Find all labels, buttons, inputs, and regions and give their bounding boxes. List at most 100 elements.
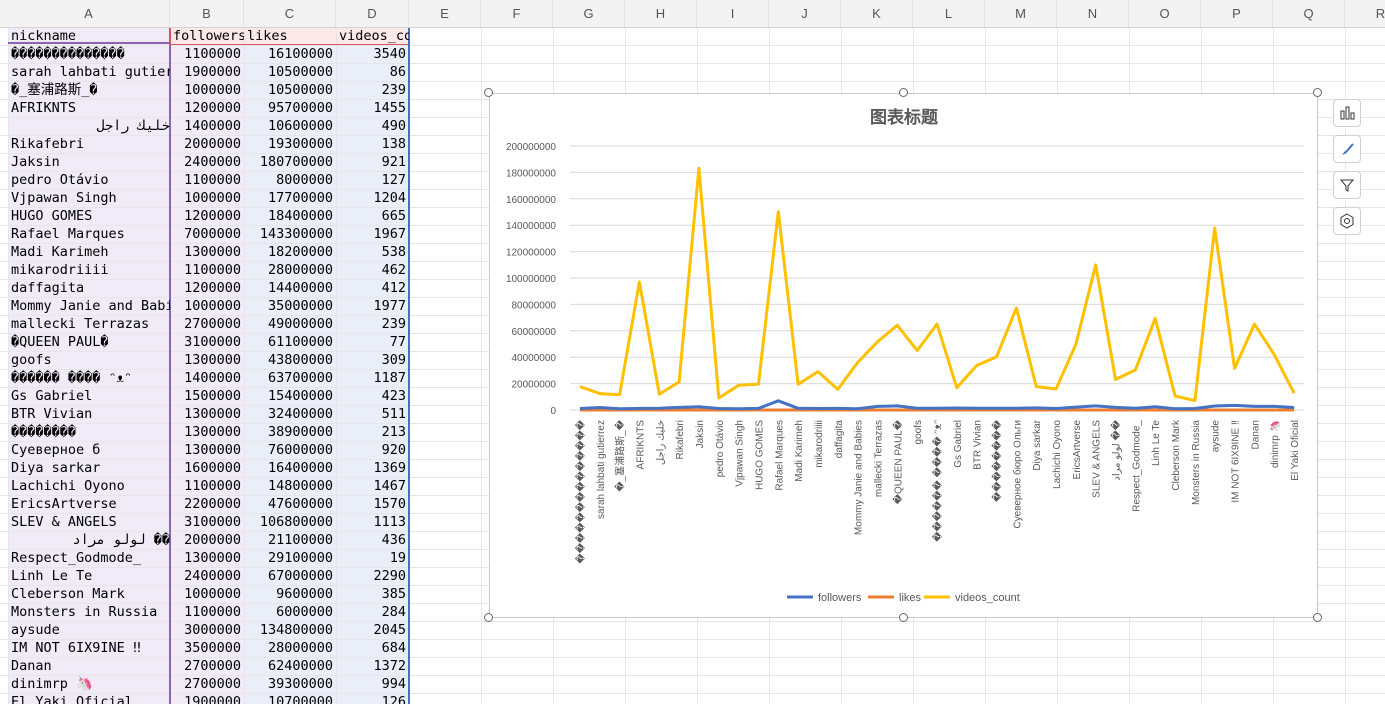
likes-cell[interactable]: 10500000 [244, 81, 336, 99]
videos-count-cell[interactable]: 511 [336, 405, 409, 423]
videos-count-cell[interactable]: 921 [336, 153, 409, 171]
followers-cell[interactable]: 1300000 [170, 423, 244, 441]
followers-cell[interactable]: 1300000 [170, 405, 244, 423]
likes-cell[interactable]: 28000000 [244, 639, 336, 657]
series-line-followers[interactable] [579, 399, 1295, 411]
likes-cell[interactable]: 95700000 [244, 99, 336, 117]
followers-cell[interactable]: 1100000 [170, 261, 244, 279]
followers-cell[interactable]: 2400000 [170, 153, 244, 171]
nickname-cell[interactable]: Rikafebri [8, 135, 170, 153]
followers-cell[interactable]: 3100000 [170, 513, 244, 531]
nickname-cell[interactable]: nickname [8, 27, 170, 45]
nickname-cell[interactable]: EricsArtverse [8, 495, 170, 513]
nickname-cell[interactable]: Gs Gabriel [8, 387, 170, 405]
nickname-cell[interactable]: لولو مراد �� [8, 531, 170, 549]
followers-cell[interactable]: 1300000 [170, 549, 244, 567]
chart-settings-button[interactable] [1333, 207, 1361, 235]
videos-count-cell[interactable]: 2290 [336, 567, 409, 585]
followers-cell[interactable]: 2700000 [170, 657, 244, 675]
nickname-cell[interactable]: dinimrp 🦄 [8, 675, 170, 693]
videos-count-cell[interactable]: 436 [336, 531, 409, 549]
chart-styles-button[interactable] [1333, 135, 1361, 163]
videos-count-cell[interactable]: 1977 [336, 297, 409, 315]
likes-cell[interactable]: 14400000 [244, 279, 336, 297]
nickname-cell[interactable]: AFRIKNTS [8, 99, 170, 117]
likes-cell[interactable]: 39300000 [244, 675, 336, 693]
followers-cell[interactable]: 3500000 [170, 639, 244, 657]
videos-count-cell[interactable]: 462 [336, 261, 409, 279]
chart-resize-handle-b[interactable] [899, 613, 908, 622]
followers-cell[interactable]: 1100000 [170, 45, 244, 63]
followers-cell[interactable]: 1300000 [170, 441, 244, 459]
followers-cell[interactable]: 7000000 [170, 225, 244, 243]
likes-cell[interactable]: 32400000 [244, 405, 336, 423]
nickname-cell[interactable]: Monsters in Russia [8, 603, 170, 621]
column-header-k[interactable]: K [841, 0, 913, 27]
nickname-cell[interactable]: pedro Otávio [8, 171, 170, 189]
likes-cell[interactable]: 28000000 [244, 261, 336, 279]
followers-cell[interactable]: followers [170, 27, 244, 45]
followers-cell[interactable]: 1100000 [170, 603, 244, 621]
likes-cell[interactable]: 16400000 [244, 459, 336, 477]
nickname-cell[interactable]: �������������� [8, 45, 170, 63]
column-header-q[interactable]: Q [1273, 0, 1345, 27]
column-header-g[interactable]: G [553, 0, 625, 27]
videos-count-cell[interactable]: 1187 [336, 369, 409, 387]
videos-count-cell[interactable]: 665 [336, 207, 409, 225]
videos-count-cell[interactable]: 239 [336, 315, 409, 333]
likes-cell[interactable]: 143300000 [244, 225, 336, 243]
videos-count-cell[interactable]: 1372 [336, 657, 409, 675]
videos-count-cell[interactable]: 127 [336, 171, 409, 189]
likes-cell[interactable]: 49000000 [244, 315, 336, 333]
followers-cell[interactable]: 1400000 [170, 369, 244, 387]
videos-count-cell[interactable]: 3540 [336, 45, 409, 63]
followers-cell[interactable]: 2700000 [170, 675, 244, 693]
followers-cell[interactable]: 1900000 [170, 693, 244, 704]
likes-cell[interactable]: 63700000 [244, 369, 336, 387]
nickname-cell[interactable]: Diya sarkar [8, 459, 170, 477]
videos-count-cell[interactable]: 239 [336, 81, 409, 99]
likes-cell[interactable]: 43800000 [244, 351, 336, 369]
column-header-h[interactable]: H [625, 0, 697, 27]
likes-cell[interactable]: 15400000 [244, 387, 336, 405]
likes-cell[interactable]: 106800000 [244, 513, 336, 531]
likes-cell[interactable]: 29100000 [244, 549, 336, 567]
column-header-l[interactable]: L [913, 0, 985, 27]
videos-count-cell[interactable]: 684 [336, 639, 409, 657]
nickname-cell[interactable]: mallecki Terrazas [8, 315, 170, 333]
likes-cell[interactable]: 67000000 [244, 567, 336, 585]
followers-cell[interactable]: 1500000 [170, 387, 244, 405]
likes-cell[interactable]: 35000000 [244, 297, 336, 315]
followers-cell[interactable]: 1000000 [170, 81, 244, 99]
followers-cell[interactable]: 1300000 [170, 243, 244, 261]
column-header-m[interactable]: M [985, 0, 1057, 27]
likes-cell[interactable]: 10700000 [244, 693, 336, 704]
followers-cell[interactable]: 1200000 [170, 207, 244, 225]
followers-cell[interactable]: 1000000 [170, 189, 244, 207]
nickname-cell[interactable]: IM NOT 6IX9INE ‼ [8, 639, 170, 657]
nickname-cell[interactable]: El Yaki Oficial [8, 693, 170, 704]
nickname-cell[interactable]: ������ ���� ᵔᴥᵔ [8, 369, 170, 387]
nickname-cell[interactable]: �_塞浦路斯_� [8, 81, 170, 99]
videos-count-cell[interactable]: 284 [336, 603, 409, 621]
likes-cell[interactable]: 134800000 [244, 621, 336, 639]
column-header-d[interactable]: D [336, 0, 409, 27]
likes-cell[interactable]: 61100000 [244, 333, 336, 351]
videos-count-cell[interactable]: 412 [336, 279, 409, 297]
legend-label[interactable]: followers [818, 592, 862, 604]
likes-cell[interactable]: 17700000 [244, 189, 336, 207]
column-header-f[interactable]: F [481, 0, 553, 27]
likes-cell[interactable]: 10600000 [244, 117, 336, 135]
nickname-cell[interactable]: mikarodriiii [8, 261, 170, 279]
followers-cell[interactable]: 1100000 [170, 171, 244, 189]
videos-count-cell[interactable]: 1369 [336, 459, 409, 477]
chart-resize-handle-tr[interactable] [1313, 88, 1322, 97]
nickname-cell[interactable]: daffagita [8, 279, 170, 297]
likes-cell[interactable]: 180700000 [244, 153, 336, 171]
videos-count-cell[interactable]: 994 [336, 675, 409, 693]
column-header-i[interactable]: I [697, 0, 769, 27]
followers-cell[interactable]: 2000000 [170, 531, 244, 549]
likes-cell[interactable]: 8000000 [244, 171, 336, 189]
nickname-cell[interactable]: Jaksin [8, 153, 170, 171]
chart-filters-button[interactable] [1333, 171, 1361, 199]
